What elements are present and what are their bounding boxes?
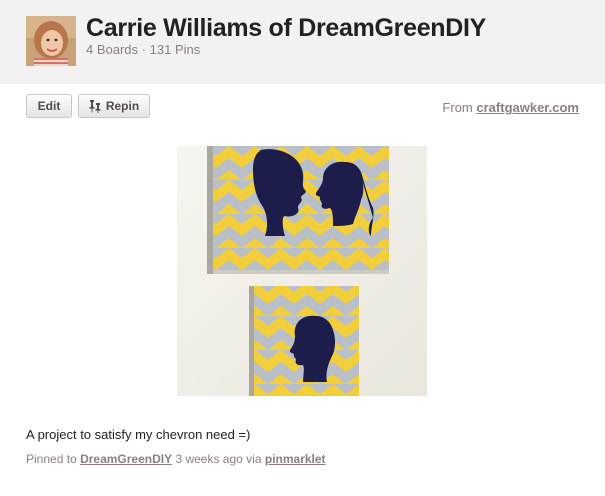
pin-description: A project to satisfy my chevron need =) <box>26 427 251 442</box>
pushpin-icon <box>89 99 101 113</box>
pins-count[interactable]: 131 Pins <box>150 42 201 57</box>
via-source-link[interactable]: pinmarklet <box>265 452 326 466</box>
boards-count[interactable]: 4 Boards <box>86 42 138 57</box>
pinned-to-prefix: Pinned to <box>26 452 77 466</box>
pin-time-via: 3 weeks ago via <box>175 452 262 466</box>
repin-button[interactable]: Repin <box>78 94 150 118</box>
source-link[interactable]: craftgawker.com <box>476 100 579 115</box>
board-link[interactable]: DreamGreenDIY <box>80 452 172 466</box>
profile-name[interactable]: Carrie Williams of DreamGreenDIY <box>86 14 486 43</box>
stats-separator: · <box>141 42 147 57</box>
edit-button-label: Edit <box>37 99 61 113</box>
pin-image[interactable] <box>177 146 427 396</box>
repin-button-label: Repin <box>105 99 140 113</box>
edit-button[interactable]: Edit <box>26 94 72 118</box>
avatar[interactable] <box>26 16 76 66</box>
profile-stats: 4 Boards · 131 Pins <box>86 42 200 57</box>
pin-source: From craftgawker.com <box>442 100 579 115</box>
profile-header: Carrie Williams of DreamGreenDIY 4 Board… <box>0 0 605 84</box>
source-prefix: From <box>442 100 473 115</box>
pin-meta: Pinned to DreamGreenDIY 3 weeks ago via … <box>26 452 326 466</box>
